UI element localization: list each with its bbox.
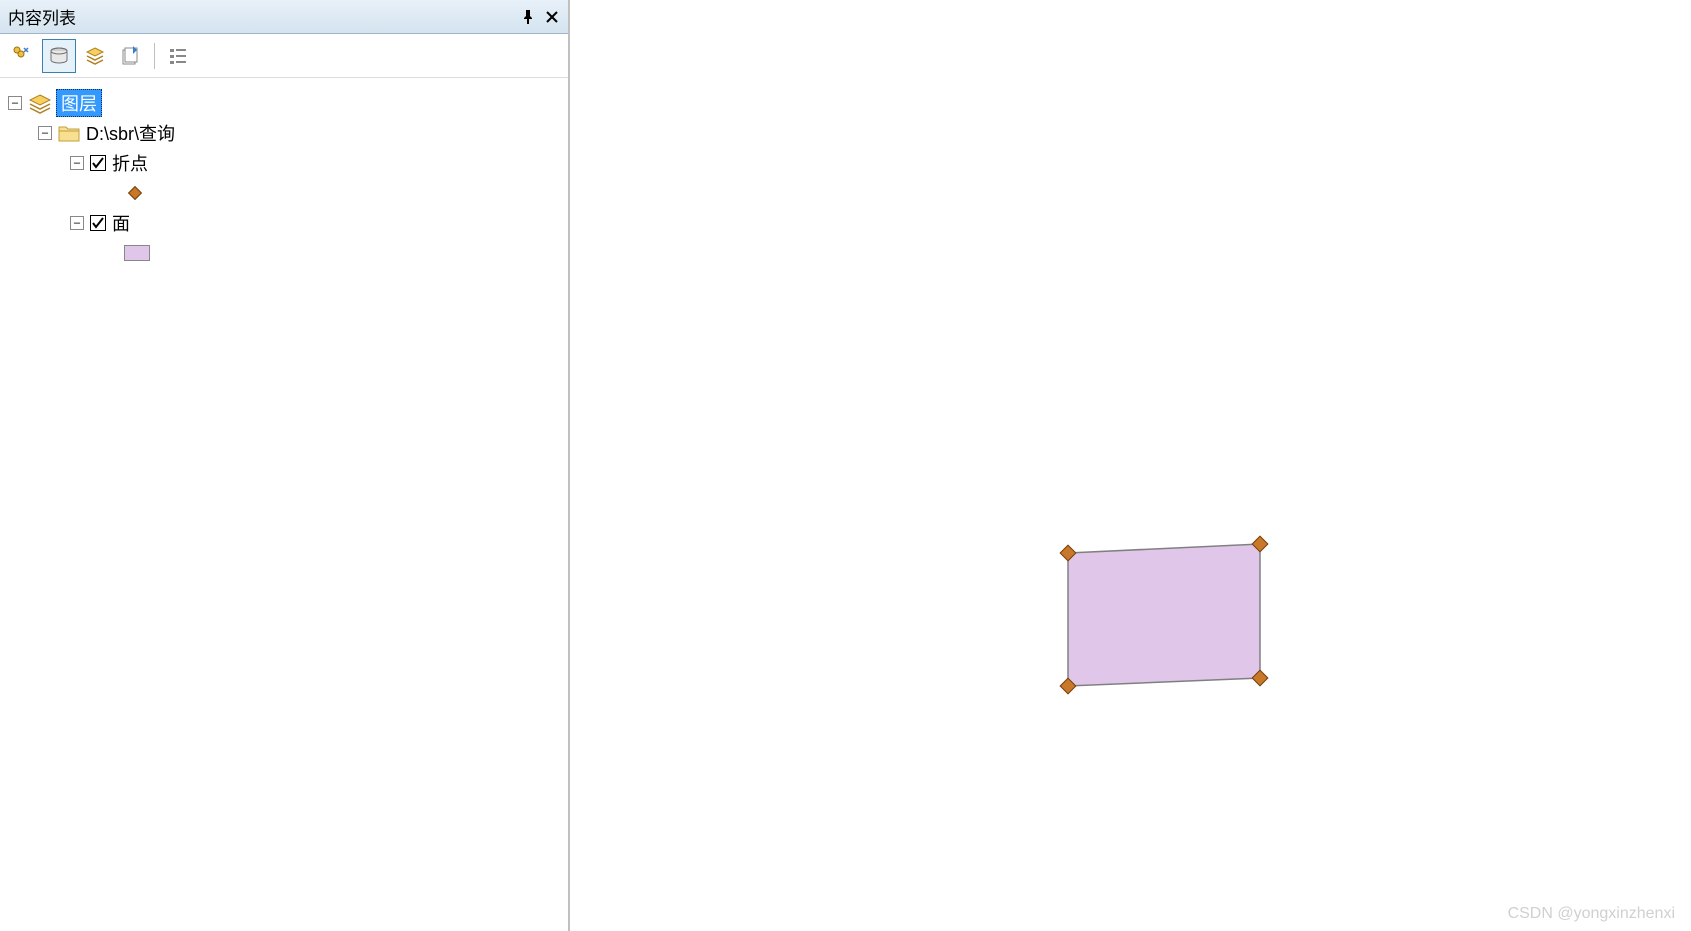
expander-icon[interactable]: − [70, 216, 84, 230]
visibility-checkbox[interactable] [90, 155, 106, 171]
map-view[interactable]: CSDN @yongxinzhenxi [570, 0, 1691, 931]
tree-symbol-row[interactable] [8, 178, 560, 208]
folder-icon [58, 124, 80, 142]
list-by-source-button[interactable] [42, 39, 76, 73]
polygon-symbol-icon [124, 245, 150, 261]
expander-icon[interactable]: − [38, 126, 52, 140]
visibility-checkbox[interactable] [90, 215, 106, 231]
toolbar-separator [154, 43, 155, 69]
watermark: CSDN @yongxinzhenxi [1508, 905, 1675, 923]
layer-label[interactable]: 面 [112, 210, 130, 236]
list-by-visibility-button[interactable] [78, 39, 112, 73]
options-button[interactable] [161, 39, 195, 73]
close-icon[interactable] [544, 9, 560, 25]
root-label[interactable]: 图层 [56, 89, 102, 117]
expander-icon[interactable]: − [8, 96, 22, 110]
expander-icon[interactable]: − [70, 156, 84, 170]
toc-header: 内容列表 [0, 0, 568, 34]
layer-tree: − 图层 − D:\sbr\查询 [0, 78, 568, 931]
panel-title: 内容列表 [8, 4, 76, 29]
list-by-drawing-order-button[interactable] [6, 39, 40, 73]
tree-layer-row[interactable]: − 面 [8, 208, 560, 238]
point-symbol-icon [128, 186, 142, 200]
polygon-feature[interactable] [1060, 538, 1280, 698]
list-by-selection-button[interactable] [114, 39, 148, 73]
layers-icon [28, 94, 50, 112]
layer-label[interactable]: 折点 [112, 150, 148, 176]
tree-root-row[interactable]: − 图层 [8, 88, 560, 118]
tree-folder-row[interactable]: − D:\sbr\查询 [8, 118, 560, 148]
pin-icon[interactable] [520, 9, 536, 25]
toc-toolbar [0, 34, 568, 78]
tree-layer-row[interactable]: − 折点 [8, 148, 560, 178]
folder-label[interactable]: D:\sbr\查询 [86, 120, 175, 146]
tree-symbol-row[interactable] [8, 238, 560, 268]
toc-panel: 内容列表 [0, 0, 570, 931]
